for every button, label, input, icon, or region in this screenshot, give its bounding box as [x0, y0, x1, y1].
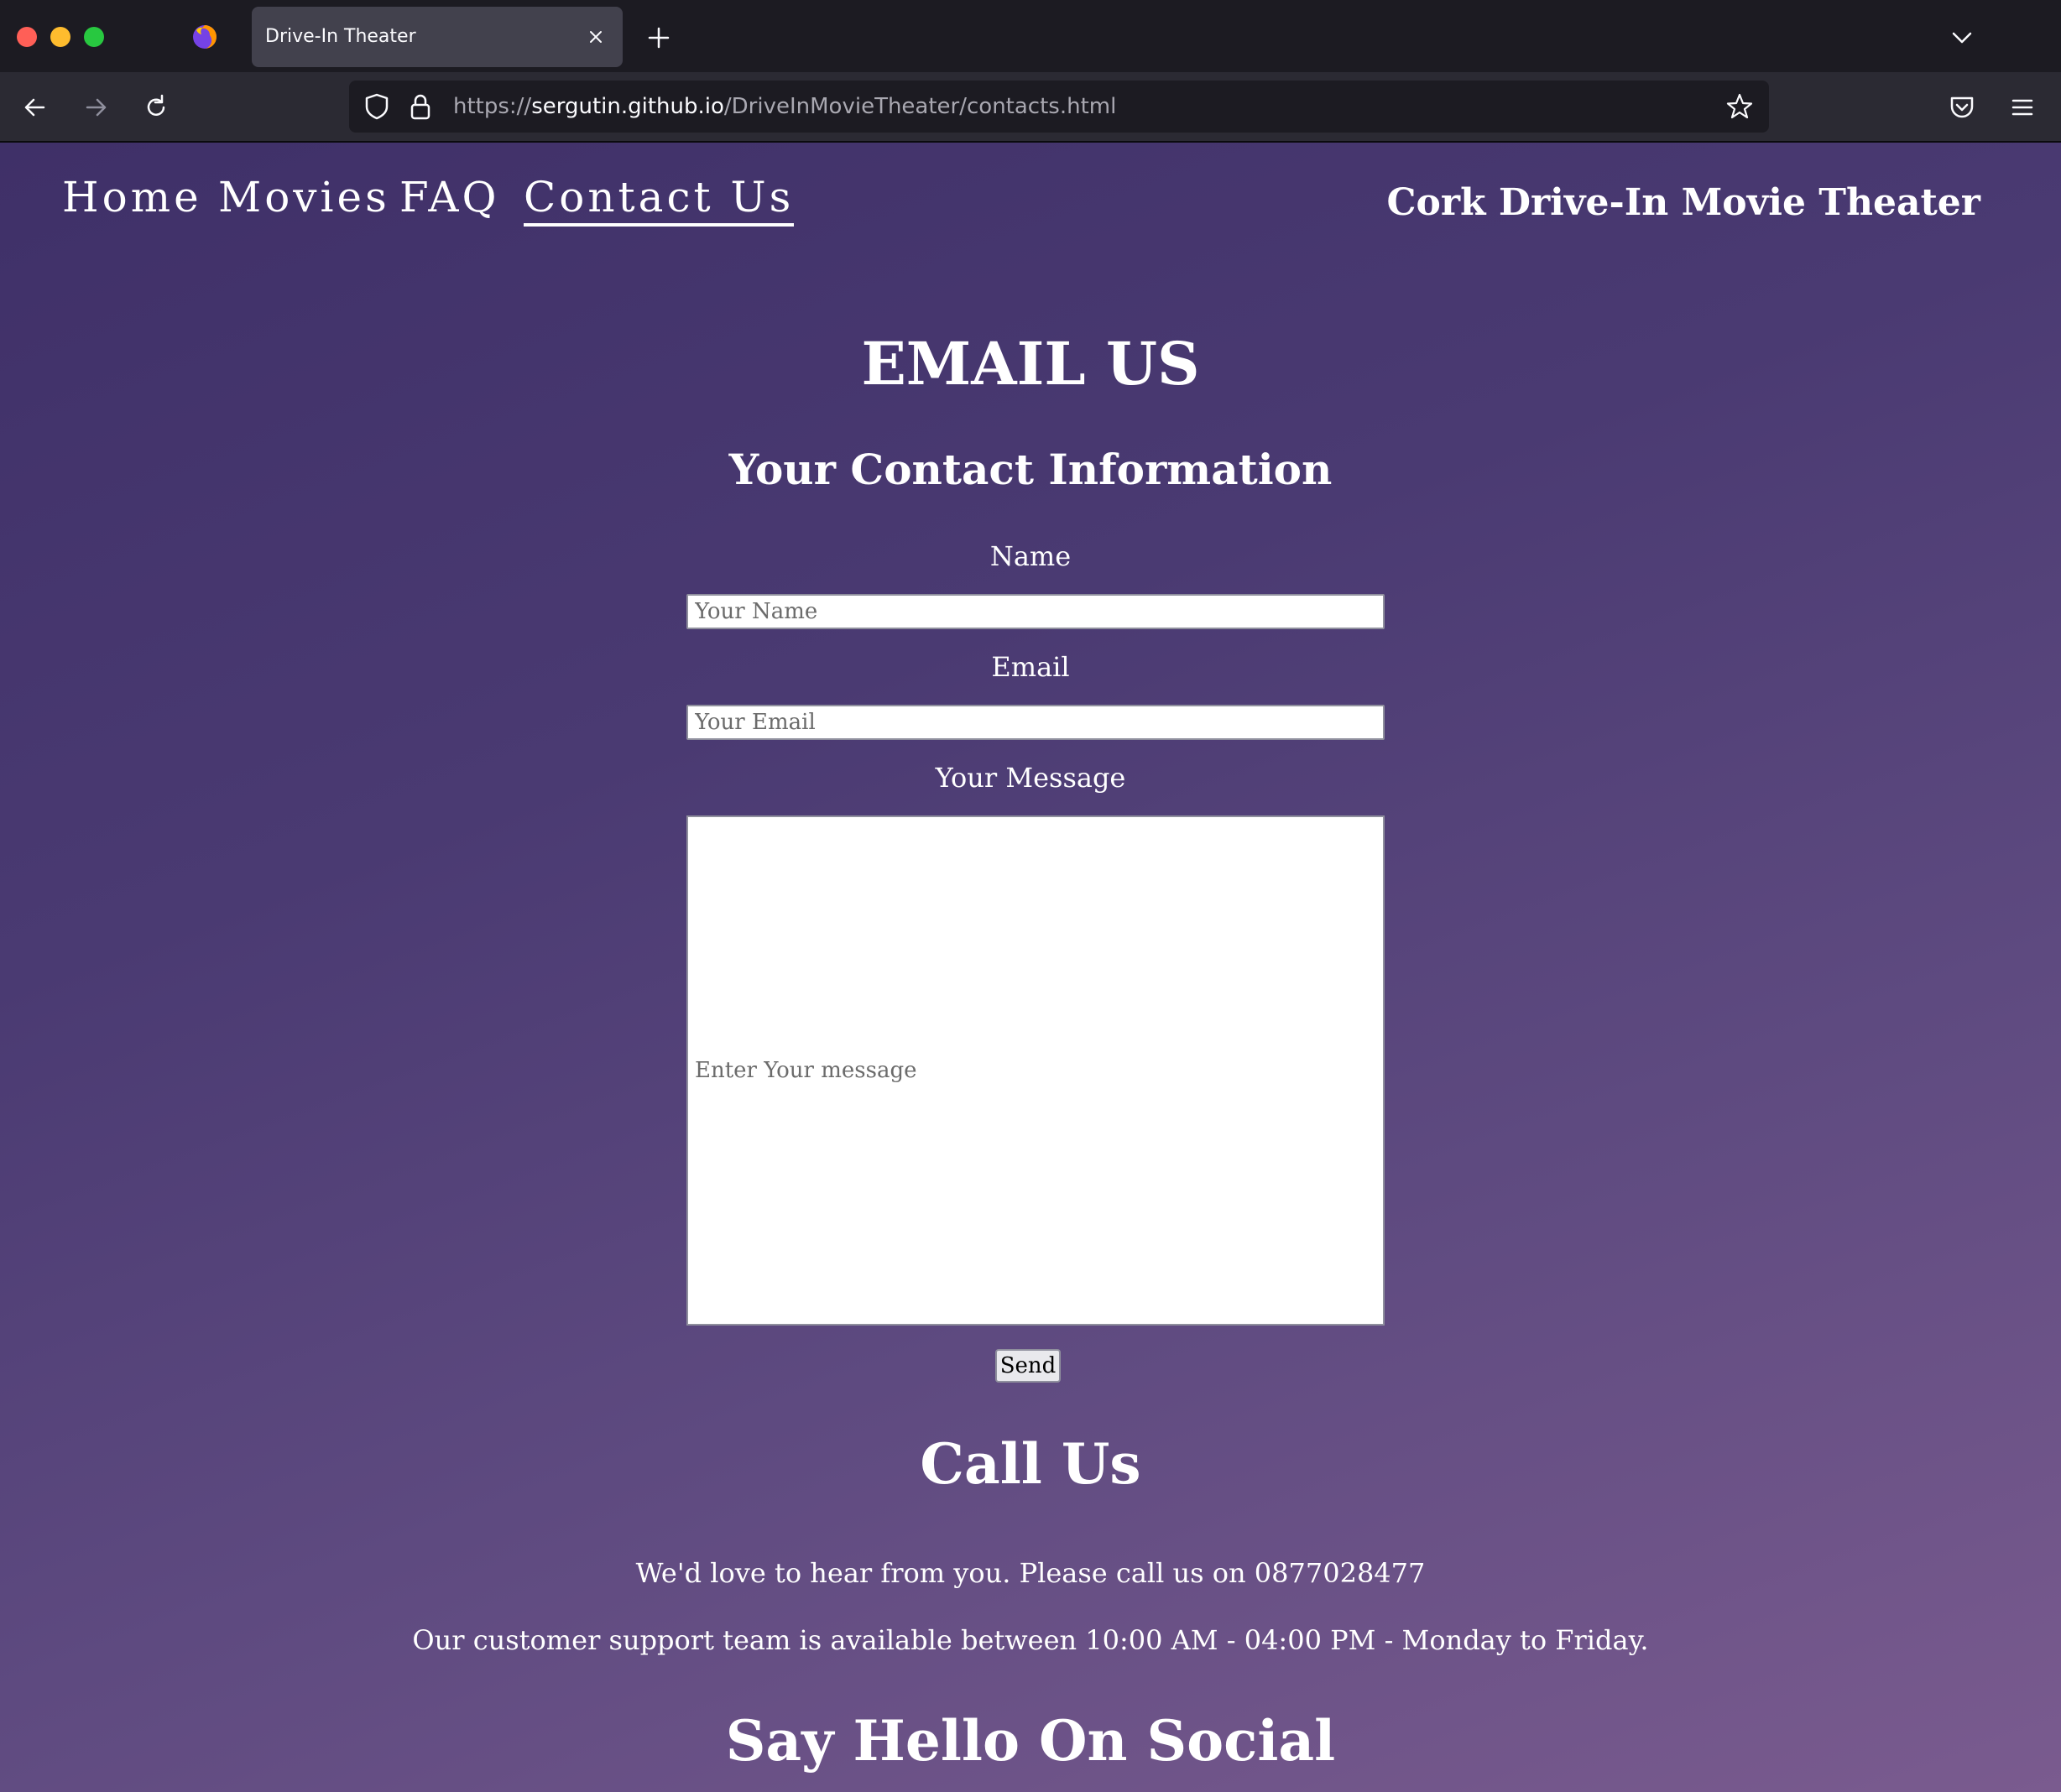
call-us-text: We'd love to hear from you. Please call … [635, 1557, 1426, 1589]
nav-link-movies[interactable]: Movies [218, 173, 390, 221]
contact-info-heading: Your Contact Information [728, 445, 1333, 494]
minimize-window-button[interactable] [50, 27, 70, 47]
tab-drive-in-theater[interactable]: Drive-In Theater [252, 7, 623, 67]
social-heading: Say Hello On Social [725, 1708, 1336, 1774]
page-content: Home Movies FAQ Contact Us Cork Drive-In… [0, 143, 2061, 1792]
hamburger-menu-icon[interactable] [2006, 91, 2039, 124]
nav-link-home[interactable]: Home [62, 173, 202, 221]
close-window-button[interactable] [17, 27, 37, 47]
support-hours-text: Our customer support team is available b… [412, 1624, 1649, 1656]
message-textarea[interactable]: Enter Your message [686, 815, 1385, 1326]
navigation-toolbar: https://sergutin.github.io/DriveInMovieT… [0, 72, 2061, 143]
pocket-icon[interactable] [1945, 91, 1979, 124]
firefox-icon[interactable] [191, 23, 218, 50]
call-us-heading: Call Us [920, 1431, 1141, 1497]
lock-icon[interactable] [406, 91, 435, 122]
address-bar[interactable]: https://sergutin.github.io/DriveInMovieT… [349, 81, 1769, 133]
arrow-left-icon[interactable] [18, 91, 52, 124]
nav-link-faq[interactable]: FAQ [399, 173, 499, 221]
tab-title: Drive-In Theater [265, 26, 416, 47]
site-brand: Cork Drive-In Movie Theater [1386, 181, 1980, 224]
nav-link-contact-us[interactable]: Contact Us [524, 173, 795, 227]
chevron-down-icon[interactable] [1947, 23, 1977, 52]
shield-icon[interactable] [361, 91, 393, 122]
name-label: Name [989, 540, 1072, 572]
maximize-window-button[interactable] [84, 27, 104, 47]
plus-icon[interactable] [644, 23, 673, 52]
star-icon[interactable] [1724, 91, 1756, 122]
tab-strip: Drive-In Theater [0, 0, 2061, 72]
name-input[interactable] [686, 594, 1385, 629]
email-label: Email [991, 651, 1070, 683]
email-input[interactable] [686, 705, 1385, 740]
message-placeholder: Enter Your message [695, 1058, 917, 1083]
arrow-right-icon[interactable] [79, 91, 112, 124]
close-icon[interactable] [584, 25, 608, 49]
browser-chrome: Drive-In Theater https://sergutin.github… [0, 0, 2061, 143]
send-button[interactable]: Send [995, 1349, 1061, 1383]
email-us-heading: EMAIL US [861, 329, 1200, 399]
url-path: /DriveInMovieTheater/contacts.html [723, 94, 1117, 119]
message-label: Your Message [935, 762, 1126, 794]
url-scheme: https:// [453, 94, 532, 119]
url-text[interactable]: https://sergutin.github.io/DriveInMovieT… [453, 81, 1116, 133]
reload-icon[interactable] [139, 91, 173, 124]
url-host: sergutin.github.io [531, 94, 724, 119]
